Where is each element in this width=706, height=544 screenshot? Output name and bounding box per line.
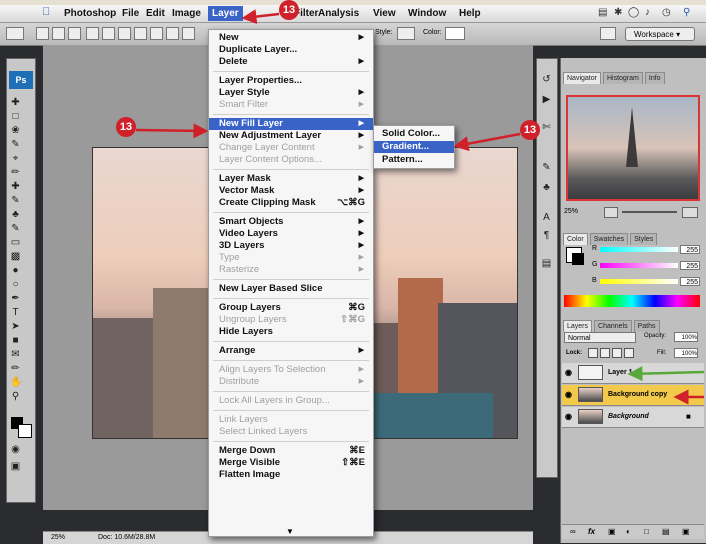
- arrow-to-gradient: [453, 132, 521, 152]
- arrow-to-layer-menu: [241, 9, 280, 25]
- arrow-to-layer-1: [627, 366, 705, 382]
- callout-arrows: [135, 9, 705, 405]
- arrow-to-new-fill-layer: [135, 123, 209, 139]
